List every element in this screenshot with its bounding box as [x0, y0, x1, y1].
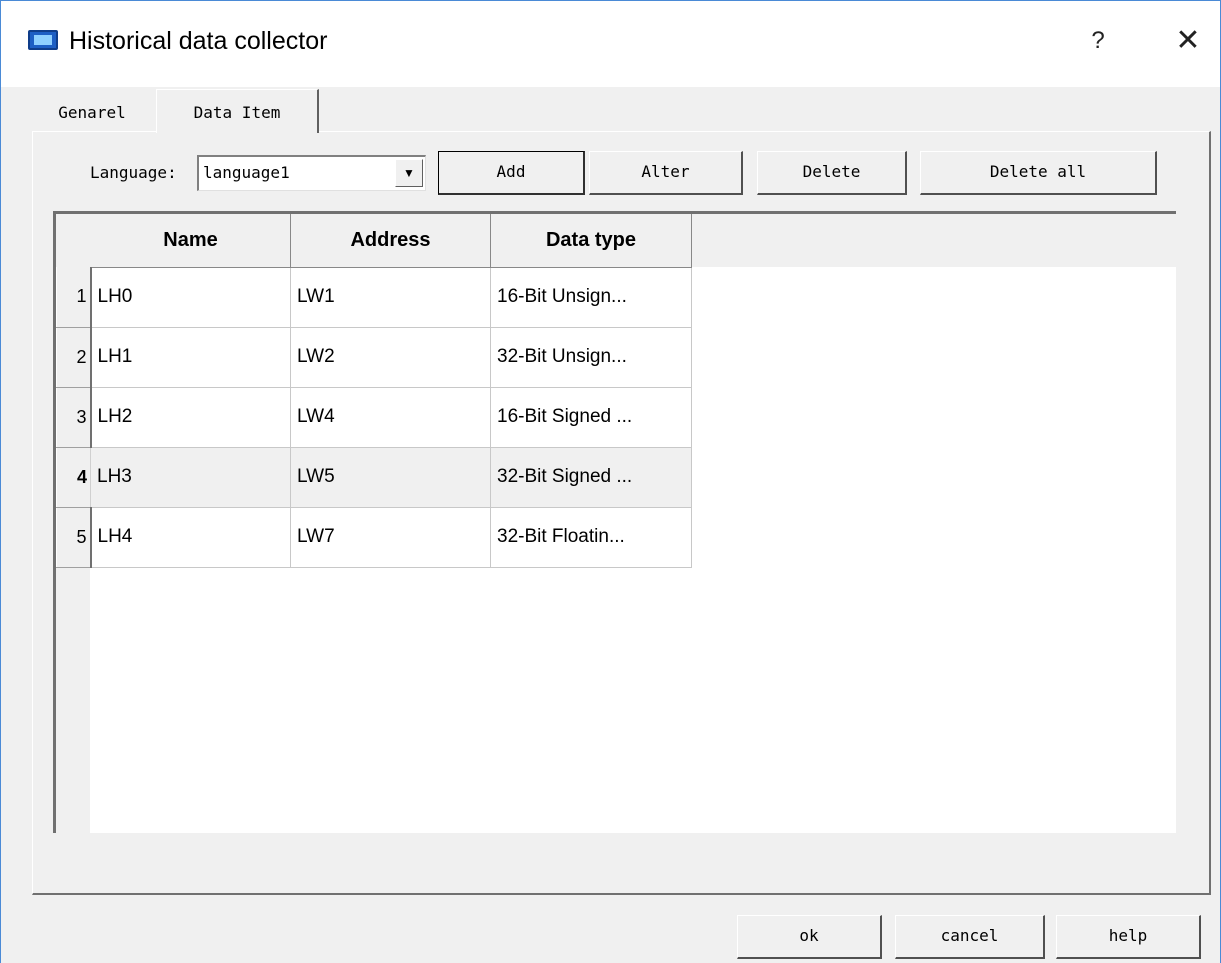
dropdown-arrow-icon[interactable]: ▼ — [395, 159, 423, 187]
cell-address[interactable]: LW1 — [290, 267, 491, 328]
data-item-table: Name Address Data type 1 LH0 LW1 16-Bit … — [56, 214, 692, 568]
cell-name[interactable]: LH0 — [90, 267, 291, 328]
cell-data-type[interactable]: 16-Bit Unsign... — [490, 267, 692, 328]
cell-address[interactable]: LW4 — [290, 387, 491, 448]
column-header-address[interactable]: Address — [290, 214, 491, 268]
language-select[interactable]: language1 ▼ — [197, 155, 426, 191]
table-header-row: Name Address Data type — [56, 214, 692, 268]
alter-button[interactable]: Alter — [589, 151, 743, 195]
cell-data-type[interactable]: 32-Bit Floatin... — [490, 507, 692, 568]
window-title: Historical data collector — [69, 27, 328, 55]
table-row[interactable]: 3 LH2 LW4 16-Bit Signed ... — [56, 387, 692, 448]
delete-button[interactable]: Delete — [757, 151, 907, 195]
hmi-app-icon — [28, 30, 58, 50]
delete-all-button[interactable]: Delete all — [920, 151, 1157, 195]
language-select-value: language1 — [203, 163, 290, 182]
add-button[interactable]: Add — [438, 151, 585, 195]
row-number[interactable]: 2 — [56, 327, 92, 388]
cell-address[interactable]: LW5 — [290, 447, 491, 508]
help-icon[interactable]: ? — [1083, 23, 1113, 59]
column-header-name[interactable]: Name — [90, 214, 291, 268]
cell-data-type[interactable]: 32-Bit Unsign... — [490, 327, 692, 388]
cell-name[interactable]: LH3 — [90, 447, 291, 508]
grid-corner — [56, 214, 91, 267]
table-row[interactable]: 2 LH1 LW2 32-Bit Unsign... — [56, 327, 692, 388]
table-row[interactable]: 5 LH4 LW7 32-Bit Floatin... — [56, 507, 692, 568]
row-number[interactable]: 1 — [56, 267, 92, 328]
language-label: Language: — [90, 163, 177, 182]
cell-data-type[interactable]: 32-Bit Signed ... — [490, 447, 692, 508]
column-header-data-type[interactable]: Data type — [490, 214, 692, 268]
cell-name[interactable]: LH4 — [90, 507, 291, 568]
cancel-button[interactable]: cancel — [895, 915, 1045, 959]
row-number[interactable]: 4 — [56, 447, 91, 508]
close-icon[interactable]: ✕ — [1171, 23, 1205, 59]
row-number[interactable]: 3 — [56, 387, 92, 448]
cell-address[interactable]: LW2 — [290, 327, 491, 388]
cell-address[interactable]: LW7 — [290, 507, 491, 568]
help-button[interactable]: help — [1056, 915, 1201, 959]
dialog-window: Historical data collector ? ✕ Genarel Da… — [0, 0, 1221, 963]
data-item-grid[interactable]: Name Address Data type 1 LH0 LW1 16-Bit … — [53, 211, 1176, 833]
row-number[interactable]: 5 — [56, 507, 92, 568]
cell-data-type[interactable]: 16-Bit Signed ... — [490, 387, 692, 448]
tab-data-item[interactable]: Data Item — [156, 89, 319, 133]
cell-name[interactable]: LH2 — [90, 387, 291, 448]
tab-general[interactable]: Genarel — [28, 93, 156, 131]
table-row[interactable]: 1 LH0 LW1 16-Bit Unsign... — [56, 267, 692, 328]
title-bar: Historical data collector ? ✕ — [1, 1, 1220, 87]
table-row-selected[interactable]: 4 LH3 LW5 32-Bit Signed ... — [56, 447, 692, 508]
ok-button[interactable]: ok — [737, 915, 882, 959]
cell-name[interactable]: LH1 — [90, 327, 291, 388]
